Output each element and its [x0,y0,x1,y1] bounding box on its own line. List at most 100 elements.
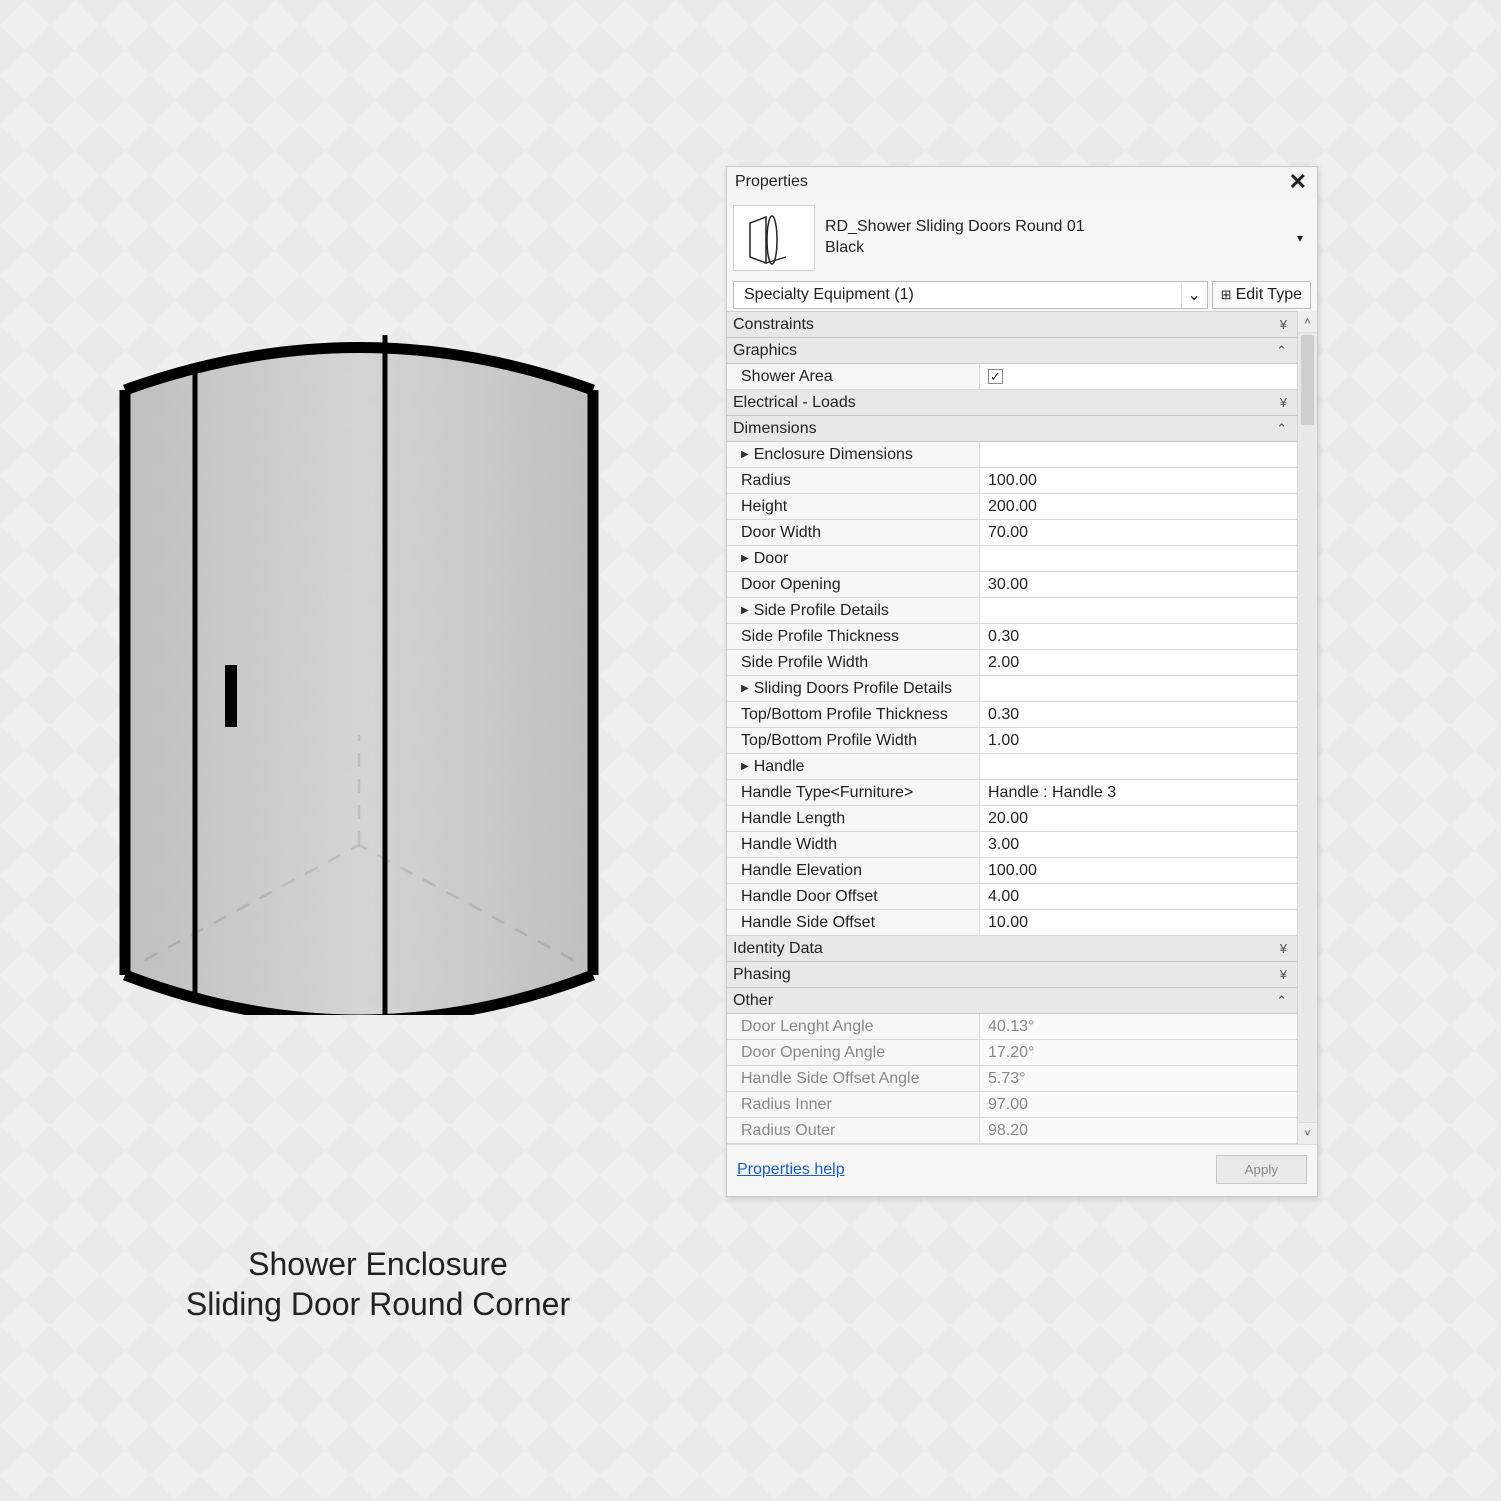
label-height: Height [727,494,979,519]
type-selector-row[interactable]: RD_Shower Sliding Doors Round 01 Black ▾ [727,199,1317,281]
row-enclosure-dims[interactable]: Enclosure Dimensions [727,442,1297,468]
label-shower-area: Shower Area [727,364,979,389]
group-electrical[interactable]: Electrical - Loads ¥ [727,390,1297,416]
label-radius-inner: Radius Inner [727,1092,979,1117]
val-handle[interactable] [979,754,1297,779]
label-handle: Handle [727,754,979,779]
edit-type-button[interactable]: ⊞ Edit Type [1212,281,1311,309]
collapse-icon[interactable]: ¥ [1280,941,1291,956]
type-dropdown-icon[interactable]: ▾ [1293,231,1307,245]
row-door-opening[interactable]: Door Opening 30.00 [727,572,1297,598]
row-handle-elevation[interactable]: Handle Elevation 100.00 [727,858,1297,884]
properties-panel: Properties ✕ RD_Shower Sliding Doors Rou… [726,166,1318,1197]
val-door-width[interactable]: 70.00 [979,520,1297,545]
label-side-profile-thickness: Side Profile Thickness [727,624,979,649]
row-tb-profile-thickness[interactable]: Top/Bottom Profile Thickness 0.30 [727,702,1297,728]
group-identity[interactable]: Identity Data ¥ [727,936,1297,962]
expand-icon[interactable]: ⌃ [1276,993,1291,1009]
group-phasing[interactable]: Phasing ¥ [727,962,1297,988]
row-handle-side-offset[interactable]: Handle Side Offset 10.00 [727,910,1297,936]
val-side-profile-thickness[interactable]: 0.30 [979,624,1297,649]
val-handle-side-offset-angle: 5.73° [979,1066,1297,1091]
row-side-profile-width[interactable]: Side Profile Width 2.00 [727,650,1297,676]
label-door-opening: Door Opening [727,572,979,597]
val-enclosure-dims[interactable] [979,442,1297,467]
label-handle-type: Handle Type<Furniture> [727,780,979,805]
close-icon[interactable]: ✕ [1287,171,1309,193]
row-handle[interactable]: Handle [727,754,1297,780]
val-side-profile-width[interactable]: 2.00 [979,650,1297,675]
row-side-profile-thickness[interactable]: Side Profile Thickness 0.30 [727,624,1297,650]
val-side-profile-details[interactable] [979,598,1297,623]
group-dimensions-label: Dimensions [733,420,817,438]
apply-button[interactable]: Apply [1216,1155,1307,1184]
val-tb-profile-width[interactable]: 1.00 [979,728,1297,753]
group-dimensions[interactable]: Dimensions ⌃ [727,416,1297,442]
val-handle-side-offset[interactable]: 10.00 [979,910,1297,935]
group-constraints[interactable]: Constraints ¥ [727,312,1297,338]
val-radius[interactable]: 100.00 [979,468,1297,493]
row-handle-door-offset[interactable]: Handle Door Offset 4.00 [727,884,1297,910]
row-handle-type[interactable]: Handle Type<Furniture> Handle : Handle 3 [727,780,1297,806]
val-radius-outer: 98.20 [979,1118,1297,1143]
label-sliding-profile-details: Sliding Doors Profile Details [727,676,979,701]
label-handle-side-offset-angle: Handle Side Offset Angle [727,1066,979,1091]
group-other[interactable]: Other ⌃ [727,988,1297,1014]
val-door[interactable] [979,546,1297,571]
category-selector[interactable]: Specialty Equipment (1) ⌄ [733,281,1208,309]
val-door-opening-angle: 17.20° [979,1040,1297,1065]
panel-title-text: Properties [735,173,808,191]
type-text: RD_Shower Sliding Doors Round 01 Black [825,217,1283,259]
panel-titlebar[interactable]: Properties ✕ [727,167,1317,199]
scrollbar-thumb[interactable] [1301,335,1314,425]
checkbox-shower-area[interactable] [988,369,1003,384]
expand-icon[interactable]: ⌃ [1276,343,1291,359]
collapse-icon[interactable]: ¥ [1280,395,1291,410]
properties-help-link[interactable]: Properties help [737,1161,845,1179]
row-door-width[interactable]: Door Width 70.00 [727,520,1297,546]
label-enclosure-dims: Enclosure Dimensions [727,442,979,467]
row-radius[interactable]: Radius 100.00 [727,468,1297,494]
row-sliding-profile-details[interactable]: Sliding Doors Profile Details [727,676,1297,702]
group-other-label: Other [733,992,773,1010]
label-side-profile-details: Side Profile Details [727,598,979,623]
val-handle-elevation[interactable]: 100.00 [979,858,1297,883]
row-door[interactable]: Door [727,546,1297,572]
collapse-icon[interactable]: ¥ [1280,317,1291,332]
collapse-icon[interactable]: ¥ [1280,967,1291,982]
val-handle-type[interactable]: Handle : Handle 3 [979,780,1297,805]
val-height[interactable]: 200.00 [979,494,1297,519]
label-door-length-angle: Door Lenght Angle [727,1014,979,1039]
row-shower-area[interactable]: Shower Area [727,364,1297,390]
label-handle-length: Handle Length [727,806,979,831]
illustration-caption: Shower Enclosure Sliding Door Round Corn… [118,1244,638,1324]
label-handle-side-offset: Handle Side Offset [727,910,979,935]
label-tb-profile-thickness: Top/Bottom Profile Thickness [727,702,979,727]
val-handle-door-offset[interactable]: 4.00 [979,884,1297,909]
row-handle-width[interactable]: Handle Width 3.00 [727,832,1297,858]
val-handle-length[interactable]: 20.00 [979,806,1297,831]
row-handle-side-offset-angle: Handle Side Offset Angle 5.73° [727,1066,1297,1092]
panel-footer: Properties help Apply [727,1144,1317,1196]
group-graphics-label: Graphics [733,342,797,360]
row-height[interactable]: Height 200.00 [727,494,1297,520]
vertical-scrollbar[interactable]: ˄ ˅ [1297,311,1317,1144]
chevron-down-icon[interactable]: ⌄ [1181,282,1207,308]
scroll-down-icon[interactable]: ˅ [1298,1122,1317,1144]
row-door-opening-angle: Door Opening Angle 17.20° [727,1040,1297,1066]
row-handle-length[interactable]: Handle Length 20.00 [727,806,1297,832]
properties-grid: Constraints ¥ Graphics ⌃ Shower Area Ele… [727,311,1297,1144]
row-side-profile-details[interactable]: Side Profile Details [727,598,1297,624]
scroll-up-icon[interactable]: ˄ [1298,311,1317,333]
label-door-opening-angle: Door Opening Angle [727,1040,979,1065]
row-radius-outer: Radius Outer 98.20 [727,1118,1297,1144]
group-graphics[interactable]: Graphics ⌃ [727,338,1297,364]
val-handle-width[interactable]: 3.00 [979,832,1297,857]
row-tb-profile-width[interactable]: Top/Bottom Profile Width 1.00 [727,728,1297,754]
expand-icon[interactable]: ⌃ [1276,421,1291,437]
val-sliding-profile-details[interactable] [979,676,1297,701]
type-thumbnail [733,205,815,271]
label-radius: Radius [727,468,979,493]
val-door-opening[interactable]: 30.00 [979,572,1297,597]
val-tb-profile-thickness[interactable]: 0.30 [979,702,1297,727]
